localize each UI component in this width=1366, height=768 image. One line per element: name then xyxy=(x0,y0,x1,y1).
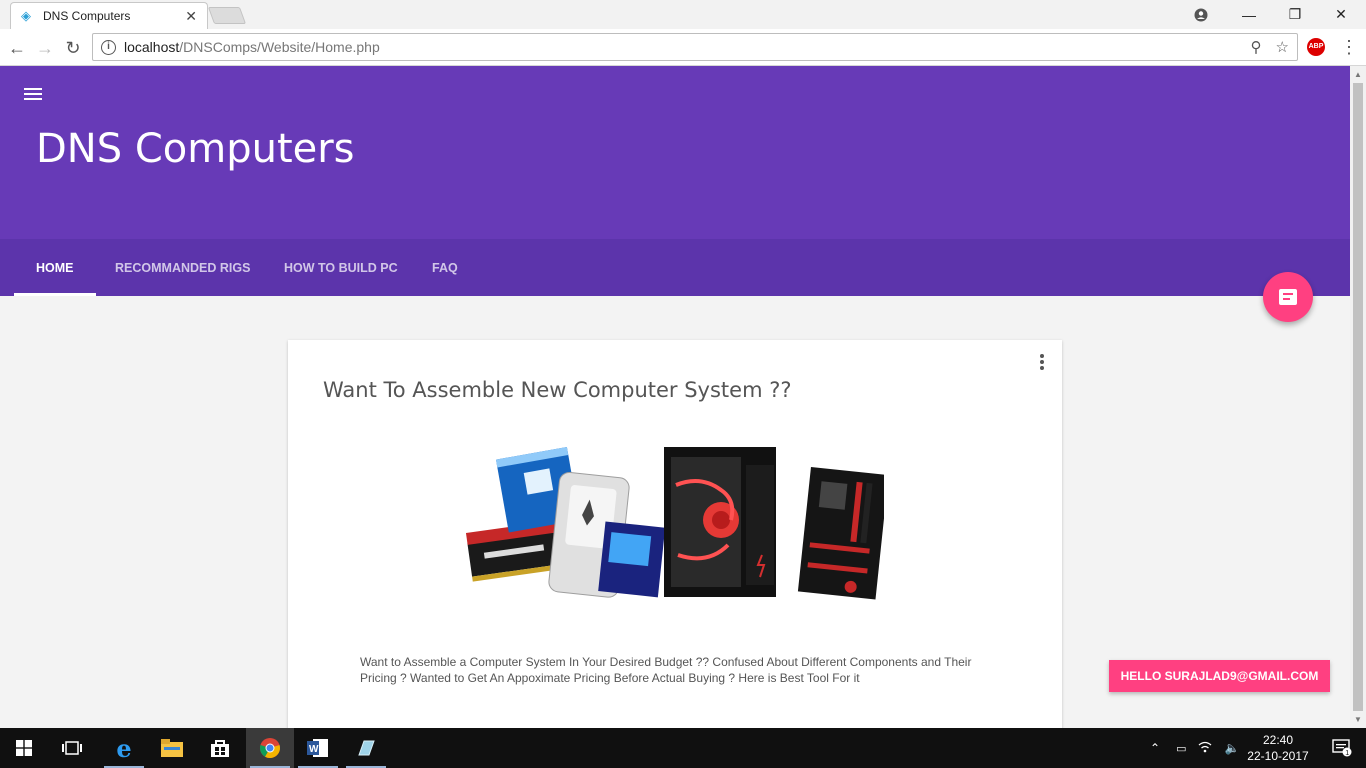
site-favicon-icon: ◈ xyxy=(21,8,31,23)
hamburger-menu-icon[interactable] xyxy=(24,88,42,100)
computer-components-image xyxy=(466,447,884,600)
notepad-app-icon[interactable] xyxy=(342,728,390,768)
clock-time: 22:40 xyxy=(1262,733,1294,747)
tab-how-to-build-pc[interactable]: HOW TO BUILD PC xyxy=(262,239,420,296)
chat-icon xyxy=(1279,289,1297,305)
url-host: localhost xyxy=(124,39,180,55)
site-header: DNS Computers xyxy=(0,66,1350,239)
card-more-icon[interactable] xyxy=(1040,354,1044,370)
clock-date: 22-10-2017 xyxy=(1247,749,1309,763)
zoom-icon[interactable]: ⚲ xyxy=(1251,38,1262,56)
tab-recommanded-rigs[interactable]: RECOMMANDED RIGS xyxy=(93,239,272,296)
bookmark-star-icon[interactable]: ☆ xyxy=(1276,38,1289,56)
store-icon[interactable] xyxy=(196,728,244,768)
url-path: /DNSComps/Website/Home.php xyxy=(179,39,380,55)
card-title: Want To Assemble New Computer System ?? xyxy=(323,378,792,402)
close-tab-icon[interactable]: ✕ xyxy=(185,8,197,25)
scrollbar-thumb[interactable] xyxy=(1353,83,1363,711)
taskbar-clock[interactable]: 22:40 22-10-2017 xyxy=(1240,732,1316,764)
windows-taskbar: e W ⌃ ▭ 🔈 22:40 22-10-2017 1 xyxy=(0,728,1366,768)
tab-faq[interactable]: FAQ xyxy=(410,239,480,296)
browser-tabstrip: ◈ DNS Computers ✕ — ❐ ✕ xyxy=(0,0,1366,29)
show-hidden-icons-icon[interactable]: ⌃ xyxy=(1150,741,1160,755)
battery-icon[interactable]: ▭ xyxy=(1176,742,1186,755)
forward-icon[interactable]: → xyxy=(34,37,56,59)
browser-menu-icon[interactable]: ⋮ xyxy=(1340,37,1358,58)
task-view-icon[interactable] xyxy=(48,728,96,768)
chat-fab-button[interactable] xyxy=(1263,272,1313,322)
site-info-icon[interactable]: i xyxy=(101,39,116,55)
browser-tab-title: DNS Computers xyxy=(43,9,131,23)
site-title: DNS Computers xyxy=(36,126,355,172)
new-tab-button[interactable] xyxy=(207,7,247,24)
chrome-icon[interactable] xyxy=(246,728,294,768)
adblock-icon[interactable]: ABP xyxy=(1307,38,1325,56)
intro-card: Want To Assemble New Computer System ?? xyxy=(288,340,1062,728)
restore-icon[interactable]: ❐ xyxy=(1272,0,1318,29)
close-window-icon[interactable]: ✕ xyxy=(1318,0,1364,29)
action-center-icon[interactable]: 1 xyxy=(1318,728,1366,768)
reload-icon[interactable]: ↻ xyxy=(62,37,84,59)
system-tray: ⌃ ▭ 🔈 xyxy=(1150,728,1239,768)
volume-icon[interactable]: 🔈 xyxy=(1224,741,1239,755)
site-nav-tabs: HOME RECOMMANDED RIGS HOW TO BUILD PC FA… xyxy=(0,239,1350,296)
card-description: Want to Assemble a Computer System In Yo… xyxy=(360,655,972,685)
word-icon[interactable]: W xyxy=(294,728,342,768)
page-content: DNS Computers HOME RECOMMANDED RIGS HOW … xyxy=(0,66,1350,728)
profile-icon[interactable] xyxy=(1178,0,1224,29)
file-explorer-icon[interactable] xyxy=(148,728,196,768)
back-icon[interactable]: ← xyxy=(6,37,28,59)
user-email-button[interactable]: HELLO SURAJLAD9@GMAIL.COM xyxy=(1109,660,1330,692)
edge-browser-icon[interactable]: e xyxy=(100,728,148,768)
tab-home[interactable]: HOME xyxy=(14,239,96,296)
notification-count: 1 xyxy=(1345,750,1349,757)
minimize-icon[interactable]: — xyxy=(1226,0,1272,29)
svg-text:W: W xyxy=(309,744,319,755)
scroll-up-icon[interactable]: ▲ xyxy=(1354,70,1362,79)
browser-tab[interactable]: ◈ DNS Computers ✕ xyxy=(10,2,208,29)
wifi-icon[interactable] xyxy=(1198,741,1212,756)
page-scrollbar[interactable]: ▲ ▼ xyxy=(1350,66,1366,728)
browser-toolbar: ← → ↻ i localhost/DNSComps/Website/Home.… xyxy=(0,29,1366,66)
address-bar[interactable]: i localhost/DNSComps/Website/Home.php ⚲ … xyxy=(92,33,1298,61)
start-windows-icon[interactable] xyxy=(0,728,48,768)
scroll-down-icon[interactable]: ▼ xyxy=(1354,715,1362,724)
